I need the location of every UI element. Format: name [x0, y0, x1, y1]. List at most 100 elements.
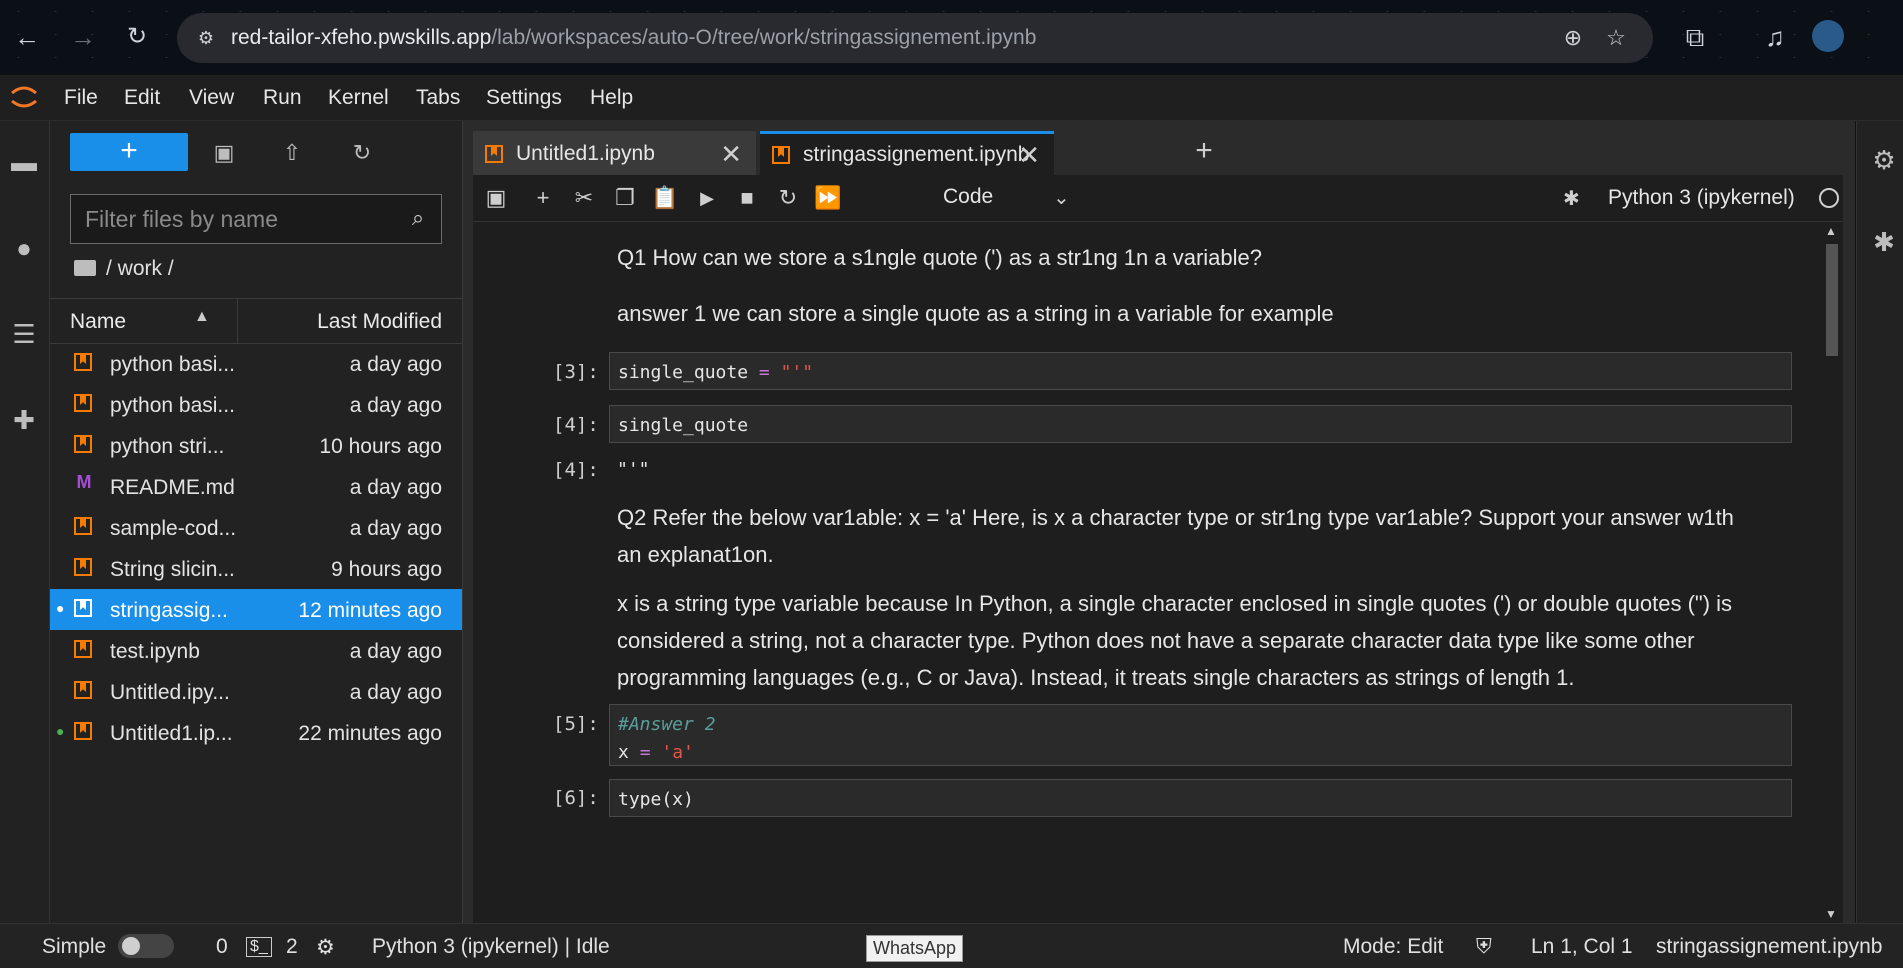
folder-icon[interactable]: ▬	[7, 145, 41, 179]
back-icon[interactable]: ←	[12, 22, 42, 52]
close-icon[interactable]: ✕	[1018, 140, 1040, 171]
cut-icon[interactable]: ✂	[570, 184, 598, 212]
stop-icon[interactable]: ■	[733, 184, 761, 212]
terminal-count[interactable]: 0	[216, 935, 228, 959]
column-name-header[interactable]: Name	[70, 310, 126, 334]
save-icon[interactable]: ▣	[482, 184, 510, 212]
debugger-icon[interactable]: ✱	[1563, 186, 1580, 211]
file-list-item[interactable]: Untitled.ipy... a day ago	[50, 671, 462, 712]
scroll-down-icon[interactable]: ▼	[1825, 907, 1837, 921]
debugger-panel-icon[interactable]: ✱	[1869, 227, 1899, 257]
zoom-icon[interactable]: ⊕	[1560, 25, 1586, 51]
file-list-item[interactable]: ● Untitled1.ip... 22 minutes ago	[50, 712, 462, 753]
trusted-shield-icon[interactable]: ⛨	[1476, 935, 1492, 959]
markdown-cell-answer2[interactable]: x is a string type variable because In P…	[617, 585, 1757, 696]
file-modified: 10 hours ago	[319, 435, 442, 458]
forward-icon[interactable]: →	[68, 22, 98, 52]
simple-mode-toggle[interactable]	[118, 934, 174, 958]
file-modified: a day ago	[349, 394, 442, 417]
restart-kernel-icon[interactable]: ↻	[774, 184, 802, 212]
menu-help[interactable]: Help	[590, 86, 633, 110]
cursor-position[interactable]: Ln 1, Col 1	[1531, 935, 1633, 959]
editor-mode[interactable]: Mode: Edit	[1343, 935, 1443, 959]
file-name: README.md	[110, 476, 235, 499]
profile-avatar[interactable]	[1812, 20, 1844, 52]
bookmark-star-icon[interactable]: ☆	[1603, 25, 1629, 51]
tab-label: Untitled1.ipynb	[516, 142, 655, 165]
menu-settings[interactable]: Settings	[486, 86, 562, 110]
new-tab-button[interactable]: +	[1185, 133, 1223, 171]
menu-file[interactable]: File	[64, 86, 98, 110]
markdown-cell-q2[interactable]: Q2 Refer the below var1able: x = 'a' Her…	[617, 499, 1757, 573]
refresh-icon[interactable]: ↻	[348, 139, 376, 167]
new-folder-icon[interactable]: ▣	[210, 139, 238, 167]
file-list-item[interactable]: sample-cod... a day ago	[50, 507, 462, 548]
notebook-file-icon	[74, 517, 92, 535]
code-cell-4[interactable]: single_quote	[609, 405, 1792, 443]
filter-files-input[interactable]	[71, 195, 417, 243]
code-cell-3[interactable]: single_quote = "'"	[609, 352, 1792, 390]
running-indicator-icon: ●	[56, 600, 65, 616]
menu-run[interactable]: Run	[263, 86, 302, 110]
file-list-header: Name ▲ Last Modified	[50, 298, 462, 344]
paste-icon[interactable]: 📋	[651, 184, 679, 212]
upload-icon[interactable]: ⇧	[278, 139, 306, 167]
right-activity-bar: ⚙ ✱	[1856, 121, 1903, 923]
file-list-item[interactable]: String slicin... 9 hours ago	[50, 548, 462, 589]
tab-stringassignement[interactable]: stringassignement.ipynb ✕	[760, 131, 1054, 176]
kernel-name[interactable]: Python 3 (ipykernel)	[1608, 186, 1795, 210]
simple-mode-label: Simple	[42, 935, 107, 958]
menu-view[interactable]: View	[189, 86, 234, 110]
breadcrumb[interactable]: / work /	[74, 257, 174, 281]
file-list-item[interactable]: ● stringassig... 12 minutes ago	[50, 589, 462, 630]
cell-output: "'"	[617, 459, 650, 480]
extensions-puzzle-icon[interactable]: ✚	[7, 403, 41, 437]
terminal-icon[interactable]: $_	[246, 937, 272, 957]
chevron-down-icon[interactable]: ⌄	[1053, 185, 1070, 210]
browser-toolbar: ← → ↻ ⚙ red-tailor-xfeho.pwskills.app/la…	[0, 0, 1903, 75]
new-launcher-button[interactable]: +	[70, 133, 188, 171]
file-modified: a day ago	[349, 640, 442, 663]
kernel-status-icon	[1819, 188, 1839, 208]
restart-run-all-icon[interactable]: ⏩	[814, 184, 842, 212]
menu-edit[interactable]: Edit	[124, 86, 160, 110]
code-operator: =	[639, 742, 651, 763]
reload-icon[interactable]: ↻	[122, 22, 152, 52]
address-bar[interactable]: ⚙ red-tailor-xfeho.pwskills.app/lab/work…	[177, 13, 1653, 63]
media-controls-icon[interactable]: ♫	[1760, 22, 1790, 52]
kernel-count[interactable]: 2	[286, 935, 298, 959]
breadcrumb-path[interactable]: / work /	[106, 257, 174, 280]
run-icon[interactable]: ▶	[693, 184, 721, 212]
kernel-status-text[interactable]: Python 3 (ipykernel) | Idle	[372, 935, 610, 959]
column-divider[interactable]	[237, 299, 238, 343]
file-list-item[interactable]: python basi... a day ago	[50, 343, 462, 384]
cell-type-select[interactable]: Code	[943, 185, 993, 209]
notebook-scrollbar[interactable]: ▲ ▼	[1821, 222, 1843, 923]
scrollbar-thumb[interactable]	[1826, 244, 1838, 356]
extensions-icon[interactable]: ⧉	[1680, 22, 1710, 52]
copy-icon[interactable]: ❐	[611, 184, 639, 212]
notebook-file-icon	[74, 435, 92, 453]
code-cell-6[interactable]: type(x)	[609, 779, 1792, 817]
site-info-icon[interactable]: ⚙	[195, 27, 217, 49]
notebook-file-icon	[74, 640, 92, 658]
menu-kernel[interactable]: Kernel	[328, 86, 389, 110]
file-list-item[interactable]: test.ipynb a day ago	[50, 630, 462, 671]
markdown-cell-q1[interactable]: Q1 How can we store a s1ngle quote (') a…	[617, 239, 1757, 276]
table-of-contents-icon[interactable]: ☰	[7, 317, 41, 351]
column-modified-header[interactable]: Last Modified	[317, 310, 442, 334]
menu-tabs[interactable]: Tabs	[416, 86, 460, 110]
close-icon[interactable]: ✕	[720, 139, 742, 170]
file-list-item[interactable]: M README.md a day ago	[50, 466, 462, 507]
file-list-item[interactable]: python stri... 10 hours ago	[50, 425, 462, 466]
tab-untitled1[interactable]: Untitled1.ipynb ✕	[473, 131, 756, 175]
insert-cell-icon[interactable]: +	[529, 184, 557, 212]
scroll-up-icon[interactable]: ▲	[1825, 224, 1837, 238]
running-sessions-icon[interactable]: ●	[7, 231, 41, 265]
kernel-gear-icon[interactable]: ⚙	[316, 935, 335, 960]
markdown-cell-answer1[interactable]: answer 1 we can store a single quote as …	[617, 295, 1757, 332]
code-cell-5[interactable]: #Answer 2 x = 'a'	[609, 704, 1792, 766]
url-text[interactable]: red-tailor-xfeho.pwskills.app/lab/worksp…	[231, 26, 1036, 50]
file-list-item[interactable]: python basi... a day ago	[50, 384, 462, 425]
property-inspector-icon[interactable]: ⚙	[1869, 145, 1899, 175]
